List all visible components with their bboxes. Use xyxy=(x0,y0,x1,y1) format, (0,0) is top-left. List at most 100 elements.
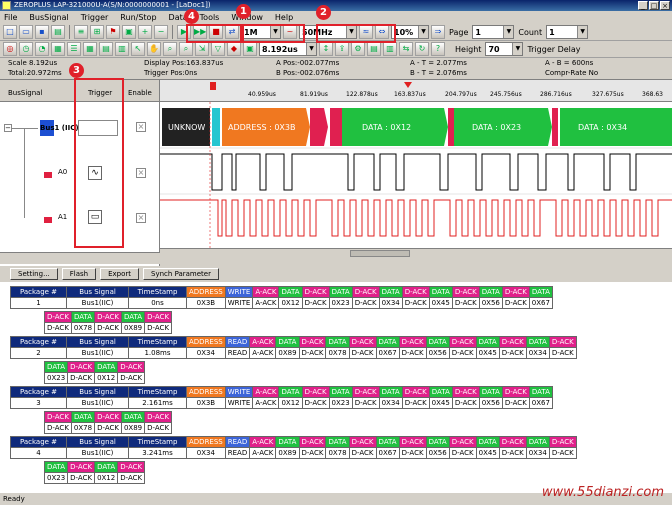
field-value-cell: 0X56 xyxy=(425,447,450,459)
zoom-in-icon[interactable]: + xyxy=(138,25,152,39)
field-type-cell: D-ACK xyxy=(451,286,480,298)
waveform-area[interactable]: UNKNOW ADDRESS : 0X3B DATA : 0X12 DATA :… xyxy=(160,102,672,248)
export-icon[interactable]: ⇪ xyxy=(335,42,349,56)
watermark: www.55dianzi.com xyxy=(541,485,664,500)
field-type-cell: D-ACK xyxy=(351,286,380,298)
export-button[interactable]: Export xyxy=(100,267,140,280)
packet-block[interactable]: Package # Bus Signal TimeStamp ADDRESS WRITE… xyxy=(10,386,553,434)
compare-icon[interactable]: ⇆ xyxy=(399,42,413,56)
count-select[interactable]: 1 ▼ xyxy=(546,25,589,39)
menu-tools[interactable]: Tools xyxy=(200,13,220,22)
menu-trigger[interactable]: Trigger xyxy=(81,13,109,22)
config-icon[interactable]: ⚙ xyxy=(351,42,365,56)
field-value-cell: D-ACK xyxy=(298,447,327,459)
search-icon[interactable]: ⌕ xyxy=(179,42,193,56)
select-icon[interactable]: ↖ xyxy=(131,42,145,56)
packet-ts-cell: 2.161ms xyxy=(128,397,187,409)
fit-icon[interactable]: ⇲ xyxy=(195,42,209,56)
bus-icon[interactable]: ⊞ xyxy=(90,25,104,39)
measure-icon[interactable]: ▦ xyxy=(51,42,65,56)
scroll-thumb[interactable] xyxy=(350,250,410,257)
enable-checkbox-a0[interactable]: × xyxy=(136,168,146,178)
packet-num-cell: 2 xyxy=(10,347,67,359)
synch-parameter-button[interactable]: Synch Parameter xyxy=(143,267,219,280)
cursor-icon[interactable]: ◎ xyxy=(3,42,17,56)
field-type-cell: DATA xyxy=(528,286,553,298)
scale-select[interactable]: 8.192us ▼ xyxy=(259,42,317,56)
collapse-icon[interactable]: − xyxy=(4,124,12,132)
height-select[interactable]: 70 ▼ xyxy=(485,42,524,56)
field-value-cell: 0X34 xyxy=(186,347,226,359)
bars-icon[interactable]: ▥ xyxy=(383,42,397,56)
packet-block[interactable]: Package # Bus Signal TimeStamp ADDRESS WRITE… xyxy=(10,286,553,334)
field-value-cell: D-ACK xyxy=(44,322,72,334)
packet-block[interactable]: Package # Bus Signal TimeStamp ADDRESS READ A… xyxy=(10,436,577,484)
list-icon[interactable]: ☰ xyxy=(67,42,81,56)
bus-name: Bus1 (IIC) xyxy=(40,124,79,132)
field-type-cell: D-ACK xyxy=(348,336,377,348)
packet-list[interactable]: Package # Bus Signal TimeStamp ADDRESS WRITE… xyxy=(0,282,672,492)
field-value-cell: D-ACK xyxy=(451,297,480,309)
menu-help[interactable]: Help xyxy=(275,13,293,22)
hand-icon[interactable]: ✋ xyxy=(147,42,161,56)
trigger-position-select[interactable]: 10% ▼ xyxy=(391,25,429,39)
field-type-cell: ADDRESS xyxy=(186,336,226,348)
channel-icon[interactable]: ≡ xyxy=(74,25,88,39)
field-type-cell: DATA xyxy=(525,336,550,348)
chart-icon[interactable]: ▥ xyxy=(115,42,129,56)
refresh-icon[interactable]: ↻ xyxy=(415,42,429,56)
menu-bussignal[interactable]: BusSignal xyxy=(29,13,68,22)
packet-header-cell: Bus Signal xyxy=(66,436,129,448)
a-b-info: A - B = 600ns xyxy=(545,59,594,67)
menu-runstop[interactable]: Run/Stop xyxy=(120,13,156,22)
trigger-icon[interactable]: ⚑ xyxy=(106,25,120,39)
clock2-icon[interactable]: ◷ xyxy=(19,42,33,56)
trigger-marker[interactable] xyxy=(404,82,412,88)
field-value-cell: 0X34 xyxy=(186,447,226,459)
close-button[interactable]: × xyxy=(660,1,670,10)
field-type-cell: D-ACK xyxy=(298,436,327,448)
ruler-tick: 286.716us xyxy=(540,91,572,98)
packet-continuation-table: D-ACK DATA D-ACK DATA D-ACK D-ACK 0X78 D-ACK 0X8… xyxy=(44,311,173,334)
save-icon[interactable]: ▪ xyxy=(35,25,49,39)
table-icon[interactable]: ▤ xyxy=(99,42,113,56)
packet-block[interactable]: Package # Bus Signal TimeStamp ADDRESS READ A… xyxy=(10,336,577,384)
label-icon[interactable]: ▣ xyxy=(122,25,136,39)
ruler-tick: 327.675us xyxy=(592,91,624,98)
zoom-icon[interactable]: ⌕ xyxy=(163,42,177,56)
page-label: Page xyxy=(449,27,469,37)
maximize-button[interactable]: □ xyxy=(649,1,659,10)
marker-icon[interactable]: ◆ xyxy=(227,42,241,56)
field-type-cell: ADDRESS xyxy=(186,286,226,298)
zoom-out-icon[interactable]: − xyxy=(154,25,168,39)
packet-bus-cell: Bus1(IIC) xyxy=(66,347,129,359)
grid-icon[interactable]: ▦ xyxy=(83,42,97,56)
minimize-button[interactable]: _ xyxy=(638,1,648,10)
field-value-cell: A-ACK xyxy=(252,397,280,409)
arrow-icon[interactable]: ↕ xyxy=(319,42,333,56)
new-icon[interactable]: □ xyxy=(3,25,17,39)
enable-checkbox-bus[interactable]: × xyxy=(136,122,146,132)
layout-icon[interactable]: ▣ xyxy=(243,42,257,56)
cursor-a-marker[interactable] xyxy=(210,82,216,90)
filter-icon[interactable]: ▽ xyxy=(211,42,225,56)
page-select[interactable]: 1 ▼ xyxy=(472,25,515,39)
enable-checkbox-a1[interactable]: × xyxy=(136,213,146,223)
page-arrow-icon[interactable]: ⇒ xyxy=(431,25,445,39)
open-icon[interactable]: ▭ xyxy=(19,25,33,39)
mark-icon[interactable]: ▤ xyxy=(367,42,381,56)
field-type-cell: D-ACK xyxy=(117,461,146,473)
left-scrollbar[interactable] xyxy=(0,252,160,264)
packet-ts-cell: 1.08ms xyxy=(128,347,187,359)
print-icon[interactable]: ▤ xyxy=(51,25,65,39)
table-row: Package # Bus Signal TimeStamp ADDRESS READ A… xyxy=(10,336,577,348)
horizontal-scrollbar[interactable] xyxy=(160,248,672,258)
flash-button[interactable]: Flash xyxy=(61,267,97,280)
field-value-cell: 0X78 xyxy=(70,322,96,334)
menu-file[interactable]: File xyxy=(4,13,17,22)
field-type-cell: A-ACK xyxy=(252,286,280,298)
time-icon[interactable]: ◔ xyxy=(35,42,49,56)
help-icon[interactable]: ? xyxy=(431,42,445,56)
count-label: Count xyxy=(518,27,543,37)
setting-button[interactable]: Setting... xyxy=(10,267,58,280)
